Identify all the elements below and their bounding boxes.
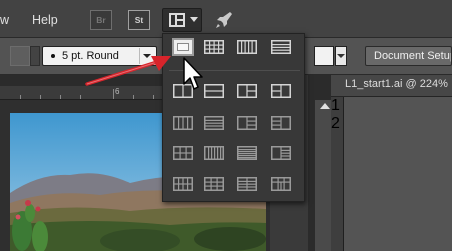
stock-button[interactable]: St xyxy=(128,10,150,30)
layout-4-up-columns-icon[interactable] xyxy=(173,116,193,130)
rocket-icon[interactable] xyxy=(214,10,234,30)
layout-3-up-right-icon[interactable] xyxy=(271,84,291,98)
style-dropdown[interactable] xyxy=(335,46,347,66)
document-artboard[interactable] xyxy=(344,97,452,251)
ruler-label: 2 xyxy=(331,115,340,132)
layout-6-up-left-icon[interactable] xyxy=(271,146,291,160)
style-swatch[interactable] xyxy=(314,46,334,66)
brush-dot-icon xyxy=(51,54,55,59)
scroll-up-icon[interactable] xyxy=(320,103,330,109)
arrange-documents-button[interactable] xyxy=(162,8,202,32)
document-setup-button[interactable]: Document Setup xyxy=(365,46,452,66)
layout-6-up-grid-icon[interactable] xyxy=(173,146,193,160)
layout-8-up-grid-b-icon[interactable] xyxy=(204,177,224,191)
layout-tile-rows-icon[interactable] xyxy=(271,40,291,54)
layout-tile-grid-icon[interactable] xyxy=(204,40,224,54)
red-annotation-arrow xyxy=(85,56,171,86)
bridge-label: Br xyxy=(96,15,106,25)
layout-8-up-grid-d-icon[interactable] xyxy=(271,177,291,191)
bridge-button[interactable]: Br xyxy=(90,10,112,30)
layout-4-up-left-icon[interactable] xyxy=(237,116,257,130)
layout-4-up-rows-icon[interactable] xyxy=(204,116,224,130)
layout-3-up-left-icon[interactable] xyxy=(237,84,257,98)
layout-4-up-right-icon[interactable] xyxy=(271,116,291,130)
stock-label: St xyxy=(134,15,144,25)
layout-8-up-grid-c-icon[interactable] xyxy=(237,177,257,191)
menu-item-help[interactable]: Help xyxy=(32,13,58,27)
menu-item-window[interactable]: w xyxy=(0,13,9,27)
layout-2-up-horizontal-icon[interactable] xyxy=(204,84,224,98)
fill-swatch[interactable] xyxy=(10,46,30,66)
layout-consolidate-all-icon[interactable] xyxy=(172,38,194,56)
vertical-scrollbar[interactable] xyxy=(315,100,331,251)
document-tab[interactable]: L1_start1.ai @ 224% xyxy=(345,78,448,90)
arrange-documents-icon xyxy=(169,13,185,27)
vertical-ruler-label: 12 xyxy=(331,97,340,133)
layout-tile-columns-icon[interactable] xyxy=(237,40,257,54)
mouse-pointer-icon xyxy=(183,57,203,90)
layout-6-up-rows-icon[interactable] xyxy=(237,146,257,160)
chevron-down-icon xyxy=(190,17,198,22)
layout-6-up-columns-icon[interactable] xyxy=(204,146,224,160)
layout-8-up-grid-a-icon[interactable] xyxy=(173,177,193,191)
fill-dropdown[interactable] xyxy=(30,46,40,66)
ruler-label: 1 xyxy=(331,97,340,114)
